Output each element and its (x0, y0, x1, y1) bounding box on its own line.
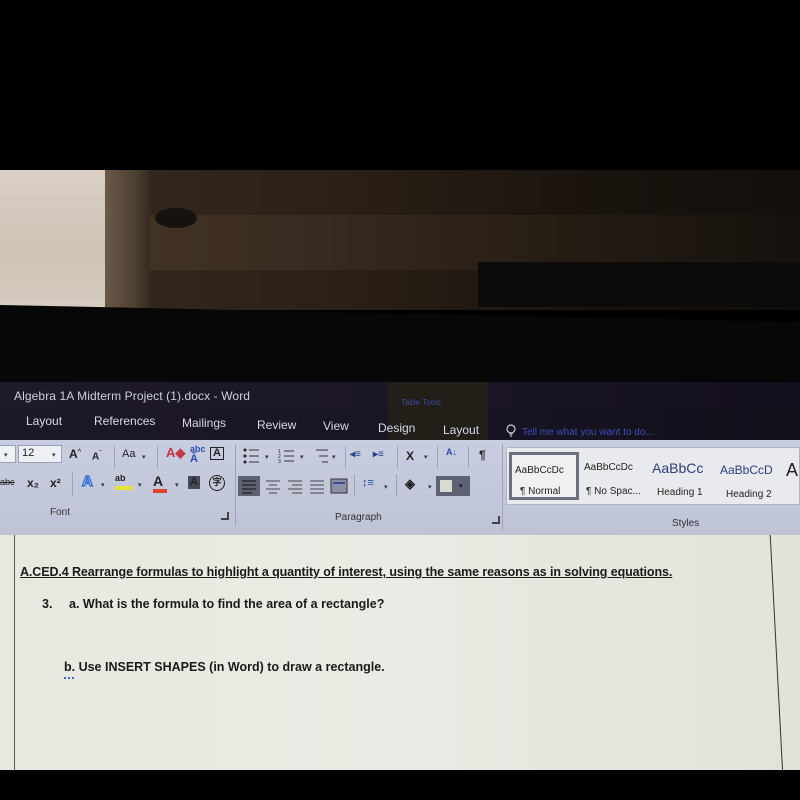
question-b: b. Use INSERT SHAPES (in Word) to draw a… (64, 660, 385, 674)
tab-table-design[interactable]: Design (378, 421, 415, 435)
style-heading-1[interactable]: AaBbCc Heading 1 (652, 452, 718, 500)
font-dialog-launcher[interactable] (221, 512, 229, 520)
background-curtain (105, 170, 150, 310)
styles-group-label: Styles (672, 518, 700, 529)
justify-icon[interactable] (308, 478, 326, 494)
asian-layout-icon[interactable]: X (406, 450, 414, 462)
question-a: a. What is the formula to find the area … (69, 597, 385, 611)
chevron-down-icon: ▾ (384, 484, 388, 491)
align-left-button[interactable] (238, 476, 260, 496)
increase-indent-icon[interactable]: ▸≡ (373, 450, 384, 460)
standard-heading: A.CED.4 Rearrange formulas to highlight … (20, 565, 673, 579)
tab-mailings[interactable]: Mailings (182, 416, 226, 430)
tab-layout[interactable]: Layout (26, 414, 62, 428)
style-normal[interactable]: AaBbCcDc ¶ Normal (509, 452, 579, 500)
style-title[interactable]: A (786, 452, 800, 500)
phonetic-guide-icon[interactable]: abc Ã (190, 445, 206, 465)
style-no-spacing[interactable]: AaBbCcDc ¶ No Spac... (582, 452, 650, 500)
chevron-down-icon: ▾ (332, 454, 336, 461)
paragraph-dialog-launcher[interactable] (492, 516, 500, 524)
background-curtain-tieback (155, 208, 197, 228)
window-title: Algebra 1A Midterm Project (1).docx - Wo… (14, 389, 251, 403)
font-color-swatch (153, 489, 167, 493)
spellcheck-squiggle (64, 675, 74, 679)
lightbulb-icon (506, 424, 516, 437)
superscript-button[interactable]: x² (50, 477, 61, 489)
sort-icon[interactable]: A↓ (446, 448, 457, 457)
paragraph-group-label: Paragraph (335, 512, 382, 523)
highlight-icon[interactable]: ab (115, 474, 133, 490)
chevron-down-icon: ▾ (300, 454, 304, 461)
table-tools-label: Table Tools (401, 398, 441, 407)
align-right-icon[interactable] (286, 478, 304, 494)
chevron-down-icon: ▾ (265, 454, 269, 461)
shading-icon[interactable]: ◈ (405, 477, 415, 490)
tab-review[interactable]: Review (257, 418, 296, 432)
numbering-icon[interactable]: 123 (278, 448, 296, 464)
tab-table-layout[interactable]: Layout (443, 423, 479, 437)
screen-bottom-edge (0, 770, 800, 800)
align-center-icon[interactable] (264, 478, 282, 494)
subscript-button[interactable]: x₂ (27, 477, 39, 489)
show-formatting-marks-icon[interactable]: ¶ (479, 449, 486, 461)
distributed-icon[interactable] (330, 478, 348, 494)
style-heading-2[interactable]: AaBbCcD Heading 2 (720, 452, 786, 500)
font-group-label: Font (50, 507, 71, 518)
enclose-characters-icon[interactable]: 字 (209, 475, 225, 491)
font-size-value: 12 (22, 447, 35, 459)
chevron-down-icon: ▾ (138, 482, 142, 489)
clear-formatting-icon[interactable]: A◆ (166, 446, 185, 459)
decrease-indent-icon[interactable]: ◂≡ (350, 450, 361, 460)
borders-icon (440, 480, 452, 492)
svg-text:3: 3 (278, 459, 281, 464)
question-number: 3. (42, 597, 53, 611)
background-window (0, 170, 110, 308)
line-spacing-icon[interactable]: ↕≡ (362, 478, 374, 489)
chevron-down-icon: ▾ (424, 454, 428, 461)
character-shading-icon[interactable]: A (188, 476, 200, 489)
borders-button[interactable]: ▾ (436, 476, 470, 496)
multilevel-list-icon[interactable] (312, 448, 330, 464)
chevron-down-icon: ▾ (142, 454, 146, 461)
character-border-icon[interactable]: A (210, 447, 224, 460)
tab-view[interactable]: View (323, 419, 349, 433)
text-effects-icon[interactable]: A (81, 473, 93, 490)
background-tv (478, 262, 800, 307)
font-color-icon[interactable]: A (153, 474, 167, 493)
bullets-icon[interactable] (243, 448, 261, 464)
font-name-dropdown[interactable]: ▾ (0, 445, 16, 463)
chevron-down-icon: ▾ (52, 452, 56, 459)
chevron-down-icon: ▾ (428, 484, 432, 491)
font-size-dropdown[interactable]: 12 ▾ (18, 445, 62, 463)
change-case-button[interactable]: Aa (122, 449, 135, 460)
strikethrough-button[interactable]: abc (0, 478, 15, 487)
tab-references[interactable]: References (94, 414, 155, 428)
grow-font-icon[interactable]: A^ (69, 448, 81, 460)
chevron-down-icon: ▾ (101, 482, 105, 489)
shrink-font-icon[interactable]: Aˇ (92, 451, 101, 462)
page-margin-left (14, 535, 15, 770)
highlight-color-swatch (115, 486, 133, 490)
tell-me-input[interactable]: Tell me what you want to do... (522, 427, 654, 438)
chevron-down-icon: ▾ (175, 482, 179, 489)
